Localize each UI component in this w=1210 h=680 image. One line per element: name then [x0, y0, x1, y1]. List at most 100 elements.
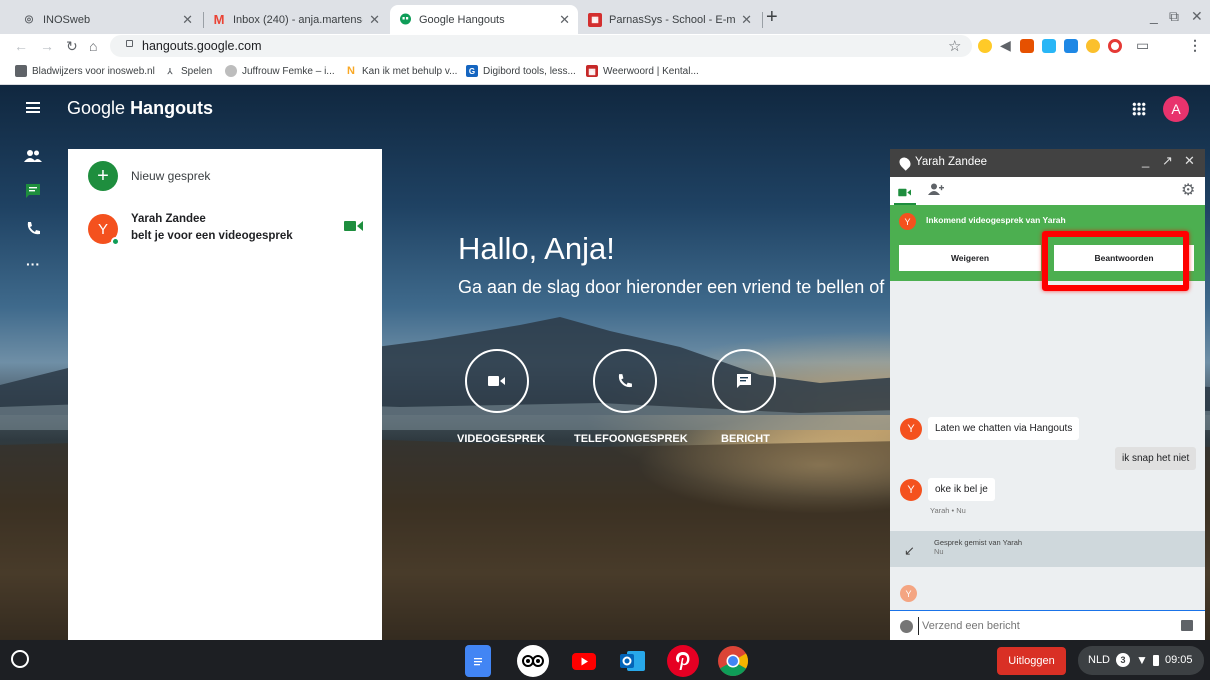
popout-chat-icon[interactable]: ↗ [1162, 153, 1173, 169]
extension-target-icon[interactable] [1108, 39, 1122, 53]
owl-app-icon[interactable] [517, 645, 549, 677]
launcher-button[interactable] [11, 650, 29, 668]
chat-header[interactable]: Yarah Zandee _ ↗ ✕ [890, 149, 1205, 177]
video-call-icon[interactable] [898, 186, 912, 200]
tab-gmail-inbox[interactable]: M Inbox (240) - anja.martens@inos ✕ [204, 5, 388, 34]
bookmark-label: Kan ik met behulp v... [362, 65, 458, 77]
avatar: Y [900, 417, 922, 440]
extension-speaker-icon[interactable]: ◀︎ [1000, 37, 1011, 54]
google-docs-icon[interactable] [465, 645, 491, 677]
tab-inosweb[interactable]: ◎ INOSweb ✕ [14, 5, 201, 34]
browser-menu-icon[interactable]: ⋮ [1188, 37, 1202, 54]
home-icon[interactable]: ⌂ [89, 38, 97, 54]
tab-google-hangouts[interactable]: Google Hangouts ✕ [390, 5, 578, 34]
close-tab-icon[interactable]: ✕ [369, 12, 380, 28]
youtube-icon[interactable] [568, 645, 600, 677]
message-button[interactable] [712, 349, 776, 413]
message-input[interactable] [918, 617, 1168, 635]
video-camera-icon[interactable] [344, 220, 364, 235]
avatar: Y [899, 213, 916, 230]
g-favicon-icon: G [466, 65, 478, 77]
insert-image-icon[interactable] [1181, 620, 1193, 631]
greeting-subtitle: Ga aan de slag door hieronder een vriend… [458, 277, 885, 297]
hangouts-page: Google Hangouts A ··· + Nieuw gesprek Y … [0, 85, 1210, 640]
message-bubble: oke ik bel je [928, 478, 995, 501]
phone-call-button[interactable] [593, 349, 657, 413]
bookmark-kan-ik[interactable]: N Kan ik met behulp v... [345, 65, 457, 77]
address-bar[interactable]: hangouts.google.com ☆ [110, 35, 972, 57]
extension-orange-icon[interactable] [1020, 39, 1034, 53]
parnassys-icon: ▦ [588, 12, 602, 27]
chat-window: Yarah Zandee _ ↗ ✕ ⚙ Y Inkomend videoges… [890, 149, 1205, 640]
pinterest-icon[interactable] [667, 645, 699, 677]
brand-google-text: Google [67, 98, 126, 118]
bookmark-digibord[interactable]: G Digibord tools, less... [466, 65, 576, 77]
extension-owl-icon[interactable] [978, 39, 992, 53]
bookmark-star-icon[interactable]: ☆ [948, 37, 961, 55]
bookmarks-bar: Bladwijzers voor inosweb.nl ⅄ Spelen Juf… [0, 59, 1210, 85]
tab-title: INOSweb [43, 13, 91, 26]
apps-grid-icon[interactable] [1132, 102, 1146, 116]
bookmark-label: Spelen [181, 65, 213, 77]
url-text[interactable]: hangouts.google.com [142, 39, 262, 53]
tab-divider [762, 12, 763, 28]
minimize-window-button[interactable]: _ [1150, 8, 1158, 24]
keyboard-language: NLD [1088, 654, 1111, 666]
close-tab-icon[interactable]: ✕ [741, 12, 752, 28]
restore-window-button[interactable]: ⧉ [1169, 8, 1179, 25]
contacts-icon[interactable] [24, 147, 42, 165]
os-shelf: Uitloggen NLD 3 ▼ 09:05 [0, 640, 1210, 680]
outlook-icon[interactable] [617, 645, 649, 677]
close-window-button[interactable]: ✕ [1191, 8, 1203, 25]
missed-call-time: Nu [934, 547, 944, 556]
google-hangouts-logo[interactable]: Google Hangouts [67, 98, 213, 119]
missed-call-text: Gesprek gemist van Yarah [934, 538, 1023, 547]
emoji-icon[interactable] [900, 620, 913, 633]
femke-favicon-icon [225, 65, 237, 77]
extension-blue-icon[interactable] [1042, 39, 1056, 53]
video-call-label: VIDEOGESPREK [457, 433, 546, 445]
new-tab-button[interactable]: + [766, 6, 778, 29]
bookmark-folder[interactable]: Bladwijzers voor inosweb.nl [15, 65, 155, 77]
inosweb-favicon-icon: ◎ [24, 14, 34, 25]
back-icon[interactable]: ← [14, 38, 28, 54]
close-tab-icon[interactable]: ✕ [182, 12, 193, 28]
account-avatar[interactable]: A [1163, 96, 1189, 122]
forward-icon[interactable]: → [40, 38, 54, 54]
weerwoord-favicon-icon: ▦ [586, 65, 598, 77]
close-tab-icon[interactable]: ✕ [559, 12, 570, 28]
bookmark-label: Weerwoord | Kental... [603, 65, 699, 77]
reload-icon[interactable]: ↻ [66, 38, 78, 55]
new-conversation-button[interactable]: + Nieuw gesprek [88, 161, 210, 191]
missed-call-notice: ↙ Gesprek gemist van Yarah Nu [890, 531, 1205, 567]
tab-parnassys[interactable]: ▦ ParnasSys - School - E-mails ✕ [580, 5, 760, 34]
extension-yellow-icon[interactable] [1086, 39, 1100, 53]
minimize-chat-icon[interactable]: _ [1142, 153, 1149, 168]
message-bubble: Laten we chatten via Hangouts [928, 417, 1080, 440]
bookmark-weerwoord[interactable]: ▦ Weerwoord | Kental... [586, 65, 699, 77]
bookmark-juffrouw-femke[interactable]: Juffrouw Femke – i... [225, 65, 335, 77]
conversation-list-item[interactable]: Y Yarah Zandee belt je voor een videoges… [88, 212, 368, 248]
phone-calls-icon[interactable] [24, 219, 42, 237]
status-tray[interactable]: NLD 3 ▼ 09:05 [1078, 646, 1204, 675]
conversations-icon[interactable] [24, 182, 42, 200]
more-options-icon[interactable]: ··· [24, 255, 42, 273]
close-chat-icon[interactable]: ✕ [1184, 153, 1195, 169]
chat-message: Y Laten we chatten via Hangouts [900, 417, 1080, 440]
extension-new-icon[interactable] [1064, 39, 1078, 53]
incoming-call-text: Inkomend videogesprek van Yarah [926, 215, 1066, 225]
bookmark-label: Digibord tools, less... [483, 65, 576, 77]
video-call-button[interactable] [465, 349, 529, 413]
missed-call-icon: ↙ [904, 543, 915, 558]
decline-call-button[interactable]: Weigeren [899, 245, 1041, 271]
bookmark-spelen[interactable]: ⅄ Spelen [164, 65, 212, 77]
notification-count-badge: 3 [1116, 653, 1130, 667]
logout-button[interactable]: Uitloggen [997, 647, 1066, 675]
hangouts-icon [398, 13, 412, 27]
main-menu-icon[interactable] [26, 102, 40, 113]
cast-icon[interactable]: ▭ [1136, 37, 1149, 54]
settings-gear-icon[interactable]: ⚙ [1181, 180, 1195, 200]
avatar: Y [900, 478, 922, 501]
chrome-icon[interactable] [717, 645, 749, 677]
add-person-icon[interactable] [928, 183, 944, 198]
